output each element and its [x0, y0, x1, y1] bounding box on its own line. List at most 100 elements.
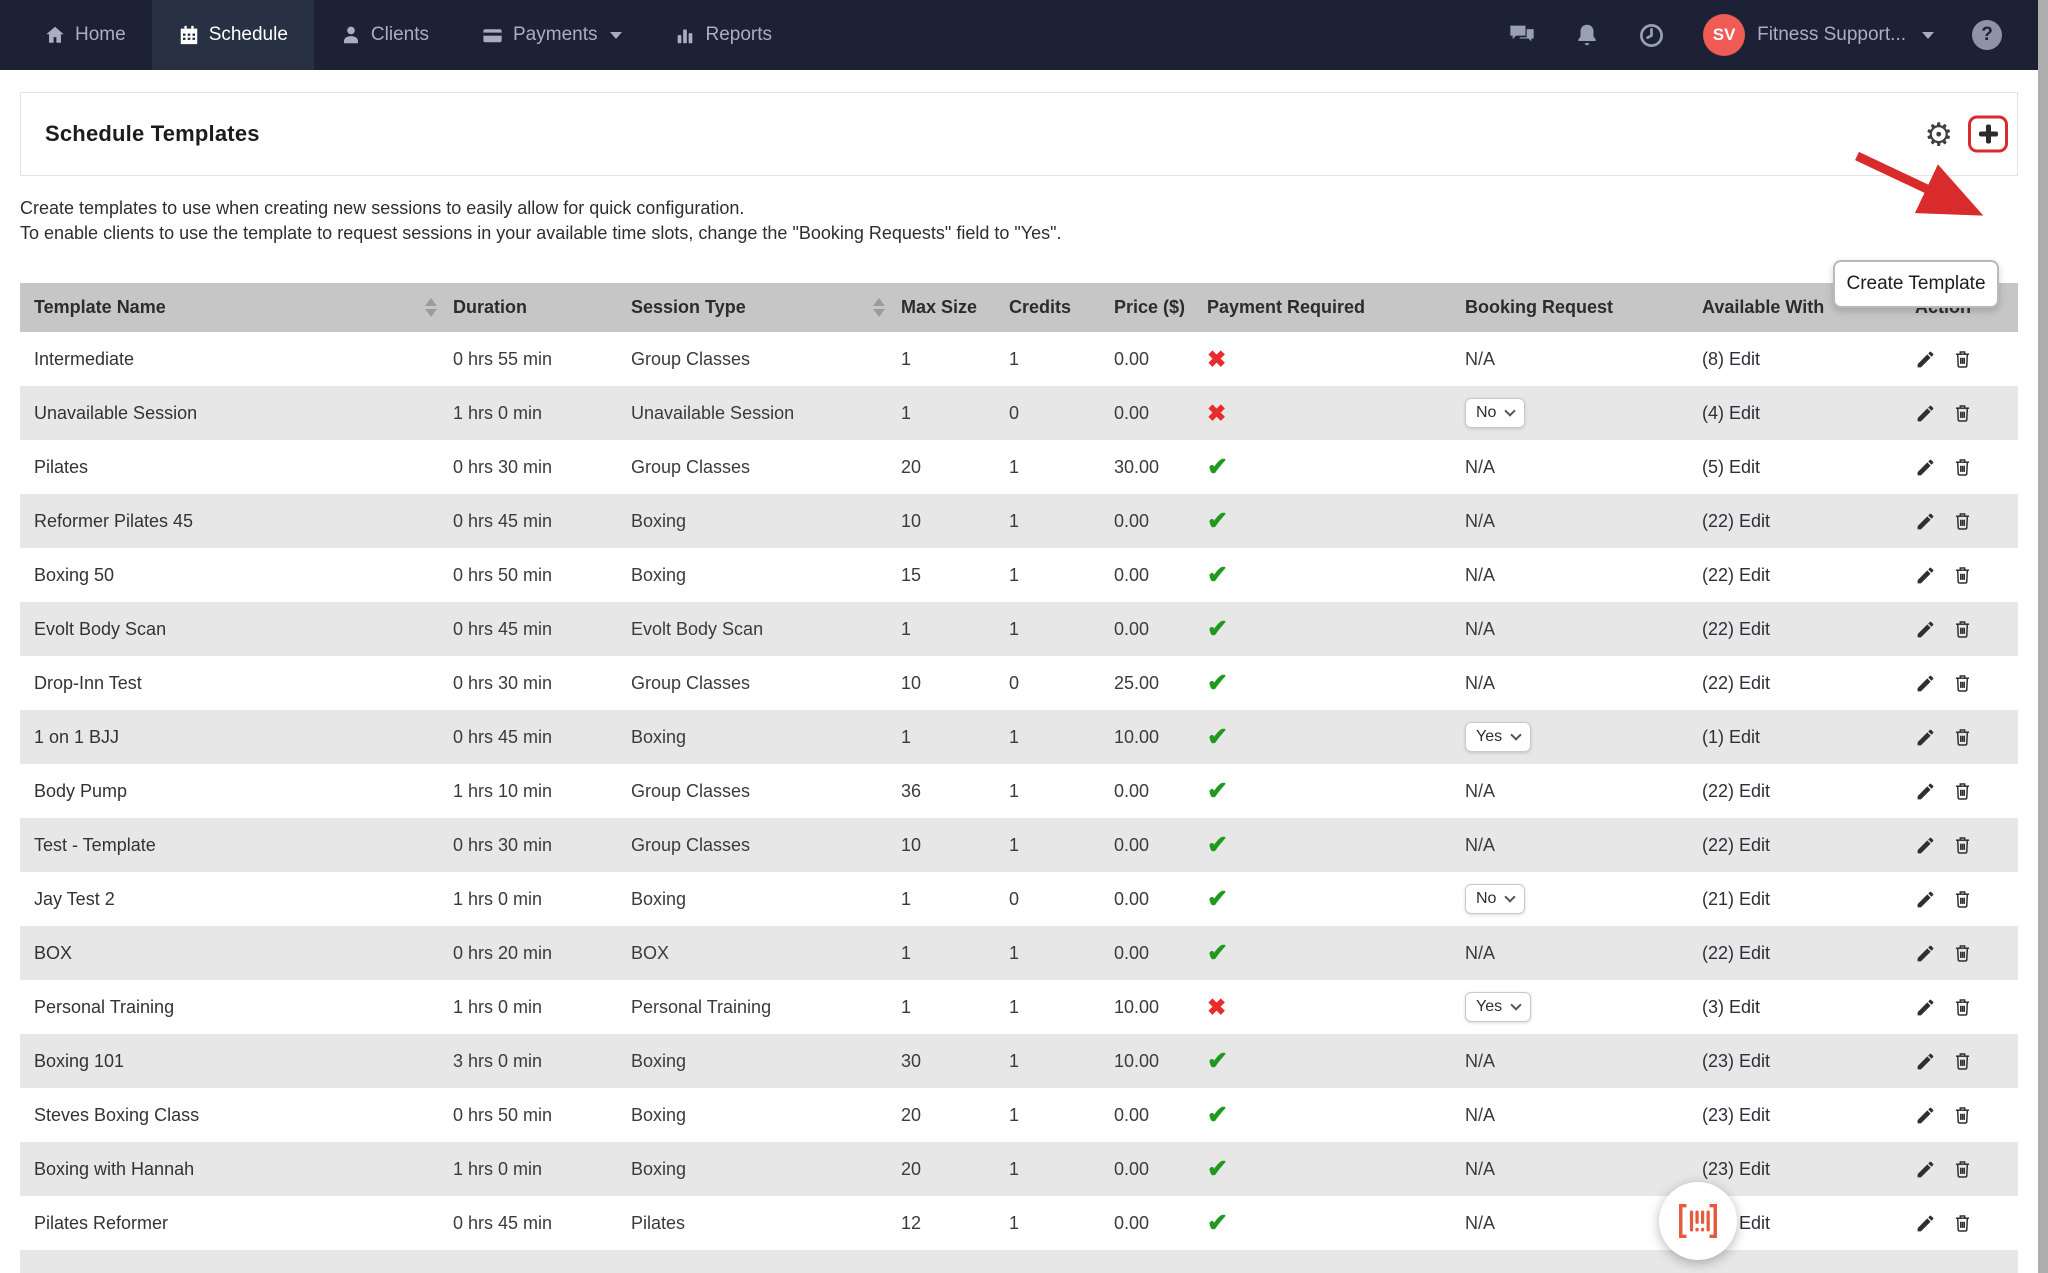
sort-arrows-icon[interactable] — [425, 298, 437, 317]
delete-template-button[interactable] — [1952, 1104, 1973, 1126]
edit-template-button[interactable] — [1915, 889, 1936, 910]
nav-item-clients[interactable]: Clients — [314, 0, 455, 70]
top-navbar: Home Schedule Clients Payments Reports — [0, 0, 2048, 70]
delete-template-button[interactable] — [1952, 834, 1973, 856]
nav-item-reports[interactable]: Reports — [648, 0, 798, 70]
vertical-scrollbar[interactable] — [2038, 0, 2048, 1273]
column-header-template-name[interactable]: Template Name — [20, 297, 443, 318]
available-with-edit-link[interactable]: (22) Edit — [1702, 673, 1770, 694]
payment-required-cell: ✖ — [1197, 400, 1455, 427]
payment-required-cell: ✔ — [1197, 560, 1455, 590]
delete-template-button[interactable] — [1952, 456, 1973, 478]
edit-template-button[interactable] — [1915, 1105, 1936, 1126]
delete-template-button[interactable] — [1952, 348, 1973, 370]
edit-template-button[interactable] — [1915, 997, 1936, 1018]
column-header-session-type[interactable]: Session Type — [621, 297, 891, 318]
max-size-cell: 1 — [891, 619, 999, 640]
available-with-edit-link[interactable]: (22) Edit — [1702, 511, 1770, 532]
booking-request-select[interactable]: No — [1465, 884, 1525, 914]
delete-template-button[interactable] — [1952, 1050, 1973, 1072]
edit-template-button[interactable] — [1915, 511, 1936, 532]
nav-item-payments[interactable]: Payments — [455, 0, 648, 70]
price-cell: 10.00 — [1104, 727, 1197, 748]
booking-request-cell: N/A — [1455, 1213, 1692, 1234]
action-cell — [1905, 996, 2018, 1018]
available-with-edit-link[interactable]: (4) Edit — [1702, 403, 1760, 424]
available-with-edit-link[interactable]: (1) Edit — [1702, 727, 1760, 748]
account-menu[interactable]: SV Fitness Support... — [1703, 14, 1934, 56]
create-template-button[interactable] — [1968, 116, 2008, 153]
clock-icon[interactable] — [1638, 22, 1665, 49]
edit-template-button[interactable] — [1915, 565, 1936, 586]
barcode-scanner-button[interactable] — [1659, 1182, 1737, 1260]
delete-template-button[interactable] — [1952, 942, 1973, 964]
edit-template-button[interactable] — [1915, 673, 1936, 694]
delete-template-button[interactable] — [1952, 1212, 1973, 1234]
delete-template-button[interactable] — [1952, 510, 1973, 532]
edit-template-button[interactable] — [1915, 1051, 1936, 1072]
booking-request-select[interactable]: No — [1465, 398, 1525, 428]
chat-icon[interactable] — [1508, 21, 1536, 49]
booking-request-select[interactable]: Yes — [1465, 992, 1531, 1022]
available-with-edit-link[interactable]: (22) Edit — [1702, 619, 1770, 640]
available-with-edit-link[interactable]: (22) Edit — [1702, 781, 1770, 802]
bell-icon[interactable] — [1574, 22, 1600, 48]
duration-cell: 0 hrs 20 min — [443, 943, 621, 964]
action-cell — [1905, 618, 2018, 640]
available-with-edit-link[interactable]: (23) Edit — [1702, 1105, 1770, 1126]
template-name-cell: Pilates Reformer — [20, 1213, 443, 1234]
edit-template-button[interactable] — [1915, 1213, 1936, 1234]
booking-request-select[interactable]: Yes — [1465, 722, 1531, 752]
clients-icon — [340, 24, 362, 46]
delete-template-button[interactable] — [1952, 996, 1973, 1018]
available-with-edit-link[interactable]: (8) Edit — [1702, 349, 1760, 370]
edit-template-button[interactable] — [1915, 781, 1936, 802]
edit-template-button[interactable] — [1915, 1159, 1936, 1180]
booking-request-cell: N/A — [1455, 349, 1692, 370]
available-with-edit-link[interactable]: (23) Edit — [1702, 1159, 1770, 1180]
delete-template-button[interactable] — [1952, 1158, 1973, 1180]
available-with-edit-link[interactable]: (23) Edit — [1702, 1051, 1770, 1072]
nav-item-schedule[interactable]: Schedule — [152, 0, 314, 70]
action-cell — [1905, 1158, 2018, 1180]
edit-template-button[interactable] — [1915, 349, 1936, 370]
delete-template-button[interactable] — [1952, 726, 1973, 748]
available-with-edit-link[interactable]: (3) Edit — [1702, 997, 1760, 1018]
edit-template-button[interactable] — [1915, 727, 1936, 748]
delete-template-button[interactable] — [1952, 618, 1973, 640]
edit-template-button[interactable] — [1915, 619, 1936, 640]
sort-arrows-icon[interactable] — [873, 298, 885, 317]
pencil-icon — [1915, 1213, 1936, 1234]
available-with-edit-link[interactable]: (22) Edit — [1702, 835, 1770, 856]
available-with-edit-link[interactable]: (5) Edit — [1702, 457, 1760, 478]
action-cell — [1905, 942, 2018, 964]
column-label: Booking Request — [1465, 297, 1613, 318]
column-label: Price ($) — [1114, 297, 1185, 318]
session-type-cell: Group Classes — [621, 781, 891, 802]
available-with-edit-link[interactable]: (21) Edit — [1702, 889, 1770, 910]
delete-template-button[interactable] — [1952, 780, 1973, 802]
delete-template-button[interactable] — [1952, 888, 1973, 910]
payment-required-yes-icon: ✔ — [1207, 506, 1228, 536]
credits-cell: 1 — [999, 349, 1104, 370]
max-size-cell: 15 — [891, 565, 999, 586]
template-name-cell: Body Pump — [20, 781, 443, 802]
edit-template-button[interactable] — [1915, 457, 1936, 478]
price-cell: 0.00 — [1104, 619, 1197, 640]
avatar: SV — [1703, 14, 1745, 56]
available-with-edit-link[interactable]: (22) Edit — [1702, 565, 1770, 586]
delete-template-button[interactable] — [1952, 564, 1973, 586]
trash-icon — [1952, 996, 1973, 1018]
gear-icon[interactable]: ⚙ — [1924, 118, 1953, 150]
edit-template-button[interactable] — [1915, 835, 1936, 856]
help-icon[interactable]: ? — [1972, 20, 2002, 50]
edit-template-button[interactable] — [1915, 403, 1936, 424]
nav-item-home[interactable]: Home — [44, 0, 152, 70]
column-label: Session Type — [631, 297, 746, 318]
delete-template-button[interactable] — [1952, 402, 1973, 424]
edit-template-button[interactable] — [1915, 943, 1936, 964]
delete-template-button[interactable] — [1952, 672, 1973, 694]
available-with-edit-link[interactable]: (22) Edit — [1702, 943, 1770, 964]
duration-cell: 0 hrs 45 min — [443, 619, 621, 640]
session-type-cell: Boxing — [621, 565, 891, 586]
